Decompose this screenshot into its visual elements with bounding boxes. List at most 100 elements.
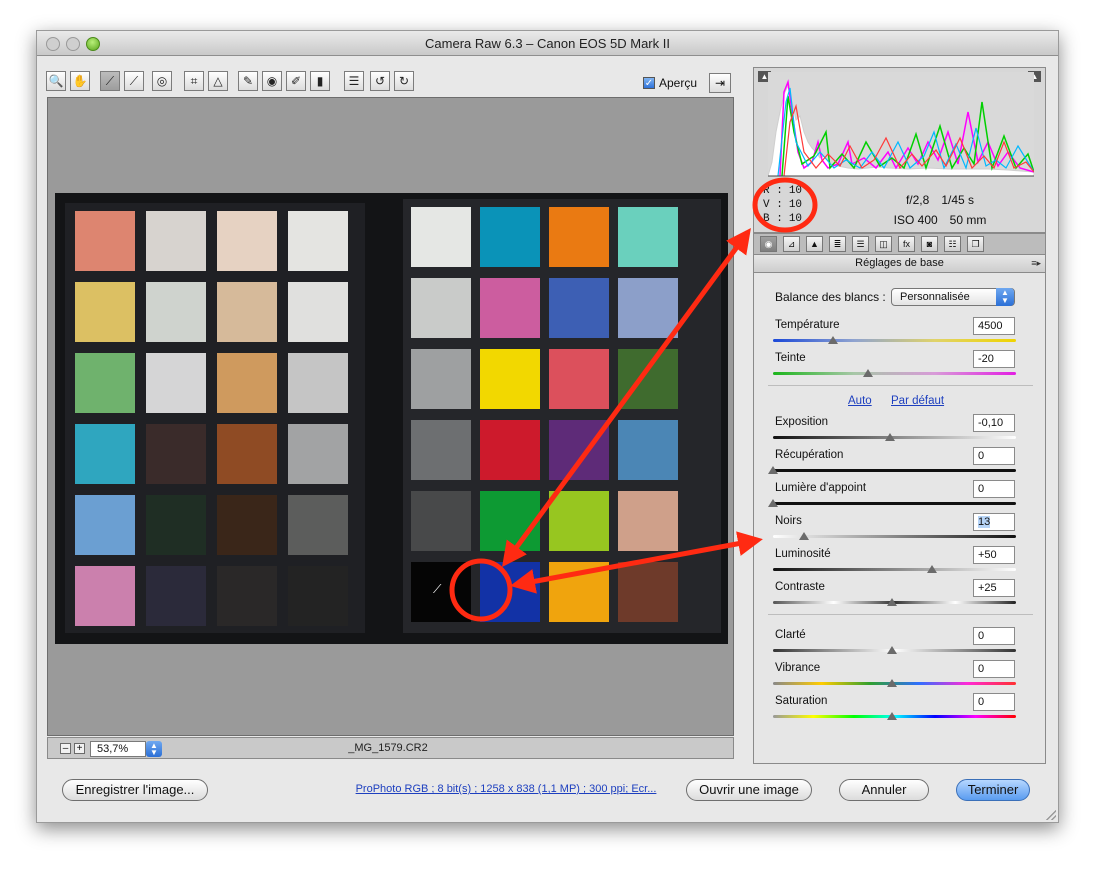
temperature-label: Température [775,319,840,331]
b-label: B : [763,213,783,225]
teinte-slider-track[interactable] [773,372,1016,375]
color-sampler-tool-icon[interactable]: ⟋ [124,71,144,91]
color-swatch [480,420,540,480]
noirs-slider-thumb[interactable] [798,532,809,540]
panel-menu-icon[interactable]: ≡▸ [1031,255,1041,272]
vibrance-value-field[interactable]: 0 [973,660,1015,678]
rotate-right-tool-icon[interactable]: ↻ [394,71,414,91]
clarte-slider-thumb[interactable] [887,646,897,654]
color-swatch [618,491,678,551]
color-checker-photo[interactable]: ⟋ [55,193,728,644]
lumiere-slider-track[interactable] [773,502,1016,505]
targeted-adjustment-tool-icon[interactable]: ◎ [152,71,172,91]
noirs-value-field[interactable]: 13 [973,513,1015,531]
contraste-slider-thumb[interactable] [887,598,897,606]
zoom-tool-icon[interactable]: 🔍 [46,71,66,91]
panel-tab-icon[interactable]: ⊿ [783,236,800,252]
zoom-out-button[interactable]: – [60,743,71,754]
contraste-value-field[interactable]: +25 [973,579,1015,597]
luminosite-value: +50 [978,549,997,561]
done-button[interactable]: Terminer [956,779,1030,801]
luminosite-slider-thumb[interactable] [927,565,938,573]
toolbar: 🔍 ✋ ⟋ ⟋ ◎ ⌗ △ ✎ ◉ ✐ ▮ ☰ ↺ ↻ [46,67,746,95]
vibrance-label: Vibrance [775,662,821,674]
straighten-tool-icon[interactable]: △ [208,71,228,91]
status-bar: – + 53,7% ▲ ▼ _MG_1579.CR2 [47,737,734,759]
panel-tab-icon[interactable]: fx [898,236,915,252]
save-image-button[interactable]: Enregistrer l'image... [62,779,208,801]
exposition-slider-thumb[interactable] [884,433,895,441]
teinte-slider-thumb[interactable] [863,369,874,377]
color-swatch [549,278,609,338]
luminosite-label: Luminosité [775,548,831,560]
clarte-value: 0 [978,630,985,642]
saturation-value-field[interactable]: 0 [973,693,1015,711]
graduated-filter-tool-icon[interactable]: ▮ [310,71,330,91]
recuperation-value-field[interactable]: 0 [973,447,1015,465]
color-swatch [480,562,540,622]
red-eye-tool-icon[interactable]: ◉ [262,71,282,91]
recuperation-slider-thumb[interactable] [768,466,778,474]
workflow-options-link[interactable]: ProPhoto RGB ; 8 bit(s) ; 1258 x 838 (1,… [341,783,671,795]
preferences-tool-icon[interactable]: ☰ [344,71,364,91]
vibrance-slider-thumb[interactable] [887,679,897,687]
camera-info: f/2,8 1/45 s ISO 400 50 mm [840,190,1040,230]
color-swatch [480,207,540,267]
panel-header: Réglages de base ≡▸ [753,255,1046,273]
rotate-left-tool-icon[interactable]: ↺ [370,71,390,91]
adjustment-brush-tool-icon[interactable]: ✐ [286,71,306,91]
zoom-level-field[interactable]: 53,7% [90,741,146,757]
panel-tab-icon[interactable]: ☰ [852,236,869,252]
panel-tab-icon[interactable]: ◉ [760,236,777,252]
luminosite-value-field[interactable]: +50 [973,546,1015,564]
noirs-slider-track[interactable] [773,535,1016,538]
basic-settings-panel: Balance des blancs : Personnalisée ▲ ▼ Au… [753,273,1046,764]
panel-tab-icon[interactable]: ≣ [829,236,846,252]
panel-tab-icon[interactable]: ☷ [944,236,961,252]
preview-toggle[interactable]: ✓ Aperçu [643,74,697,92]
preview-checkbox[interactable]: ✓ [643,77,655,89]
color-swatch [146,566,206,626]
saturation-slider-thumb[interactable] [887,712,897,720]
color-swatch [288,211,348,271]
default-link[interactable]: Par défaut [891,395,944,407]
color-swatch [618,278,678,338]
camera-raw-window: Camera Raw 6.3 – Canon EOS 5D Mark II 🔍 ✋… [36,30,1059,823]
temperature-slider-track[interactable] [773,339,1016,342]
panel-tab-icon[interactable]: ▲ [806,236,823,252]
recuperation-label: Récupération [775,449,844,461]
auto-link[interactable]: Auto [848,395,872,407]
exposition-value-field[interactable]: -0,10 [973,414,1015,432]
color-swatch [480,491,540,551]
contraste-label: Contraste [775,581,825,593]
open-image-button[interactable]: Ouvrir une image [686,779,812,801]
crop-tool-icon[interactable]: ⌗ [184,71,204,91]
color-swatch [288,424,348,484]
luminosite-slider-track[interactable] [773,568,1016,571]
temperature-value: 4500 [978,320,1003,332]
teinte-value-field[interactable]: -20 [973,350,1015,368]
temperature-value-field[interactable]: 4500 [973,317,1015,335]
rgb-readout: R : 10 V : 10 B : 10 [763,184,817,226]
hand-tool-icon[interactable]: ✋ [70,71,90,91]
panel-tab-icon[interactable]: ◙ [921,236,938,252]
zoom-in-button[interactable]: + [74,743,85,754]
lumiere-slider-thumb[interactable] [768,499,778,507]
color-swatch [146,424,206,484]
lumiere-value-field[interactable]: 0 [973,480,1015,498]
zoom-stepper[interactable]: ▲ ▼ [146,741,162,757]
cancel-button[interactable]: Annuler [839,779,929,801]
image-preview[interactable]: ⟋ [47,97,734,736]
resize-grip-icon[interactable] [1046,810,1056,820]
clarte-value-field[interactable]: 0 [973,627,1015,645]
recuperation-slider-track[interactable] [773,469,1016,472]
white-balance-tool-icon[interactable]: ⟋ [100,71,120,91]
spot-removal-tool-icon[interactable]: ✎ [238,71,258,91]
fullscreen-icon[interactable]: ⇥ [709,73,731,93]
recuperation-value: 0 [978,450,985,462]
panel-tab-icon[interactable]: ◫ [875,236,892,252]
panel-tab-icon[interactable]: ❐ [967,236,984,252]
sampler-marker-icon[interactable]: ⟋ [433,582,441,597]
white-balance-select[interactable]: Personnalisée ▲ ▼ [891,288,1015,306]
temperature-slider-thumb[interactable] [827,336,838,344]
